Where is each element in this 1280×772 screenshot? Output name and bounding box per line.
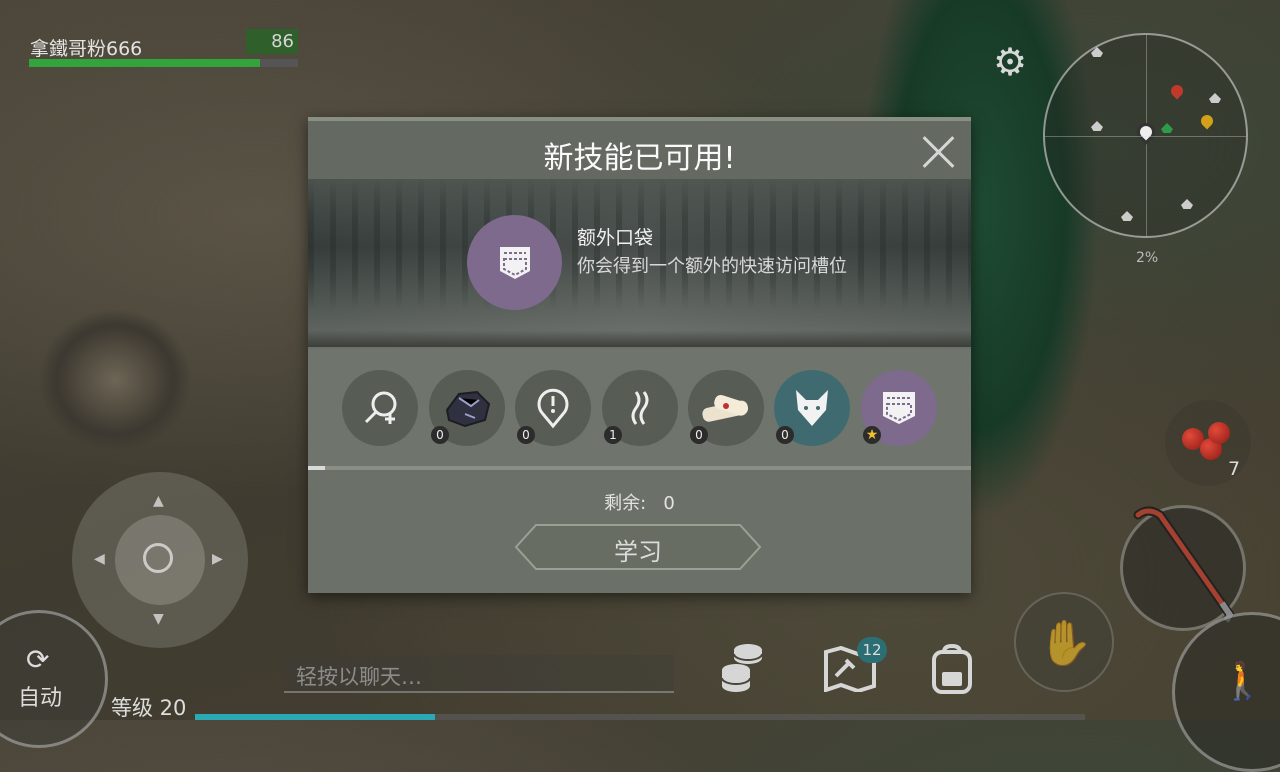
skill-progress	[308, 466, 971, 470]
skill-progress-fill	[308, 466, 325, 470]
minimap[interactable]	[1043, 33, 1248, 238]
hand-icon: ✋	[1038, 618, 1093, 669]
remaining-value: 0	[663, 493, 675, 514]
learn-button[interactable]: 学习	[514, 523, 762, 571]
refresh-icon: ⟳	[26, 643, 50, 676]
pocket-icon	[500, 247, 530, 279]
skill-name: 额外口袋	[577, 227, 654, 249]
magnifier-plus-icon	[364, 391, 397, 424]
minimap-green-crystal-icon	[1161, 123, 1173, 133]
skill-slot-heat[interactable]: 1	[602, 370, 678, 446]
berry-icon	[1208, 422, 1230, 444]
remaining-label: 剩余:	[604, 493, 647, 514]
learn-label: 学习	[614, 538, 662, 566]
joystick-up-arrow-icon: ▲	[153, 493, 164, 509]
level-label: 等级 20	[111, 696, 187, 720]
minimap-rock-icon	[1091, 121, 1103, 131]
skill-list: 0 0 1 0 0 ★	[308, 349, 971, 467]
skill-count: 0	[776, 426, 794, 444]
xp-bar	[195, 714, 1085, 720]
skill-count: 0	[517, 426, 535, 444]
auto-button[interactable]	[0, 610, 108, 748]
chat-placeholder: 轻按以聊天…	[296, 665, 422, 689]
hp-value: 86	[246, 29, 298, 54]
dialog-title: 新技能已可用!	[543, 141, 736, 176]
close-icon[interactable]	[918, 131, 958, 171]
joystick-left-arrow-icon: ◀	[94, 551, 105, 567]
map-notification-badge: 12	[857, 637, 887, 663]
star-icon: ★	[863, 426, 881, 444]
rock-node	[40, 310, 190, 450]
minimap-yellow-marker-icon	[1198, 112, 1216, 130]
new-skill-dialog: 新技能已可用! 额外口袋 你会得到一个额外的快速访问槽位 0 0 1 0 0 ★…	[308, 117, 971, 593]
skill-slot-alert[interactable]: 0	[515, 370, 591, 446]
hp-bar-fill	[29, 59, 261, 67]
skill-count: 0	[690, 426, 708, 444]
crowbar-icon	[1133, 506, 1235, 623]
skill-banner: 额外口袋 你会得到一个额外的快速访问槽位	[308, 179, 971, 347]
dialog-header: 新技能已可用!	[308, 117, 971, 179]
skill-slot-pocket[interactable]: ★	[861, 370, 937, 446]
crouch-icon: 🚶	[1220, 661, 1265, 702]
minimap-rock-icon	[1181, 199, 1193, 209]
backpack-icon[interactable]	[928, 644, 976, 694]
chat-input[interactable]: 轻按以聊天…	[284, 655, 674, 693]
food-count: 7	[1228, 458, 1241, 480]
minimap-rock-icon	[1091, 47, 1103, 57]
hp-bar	[29, 59, 298, 67]
skill-slot-bandage[interactable]: 0	[688, 370, 764, 446]
skill-count: 0	[431, 426, 449, 444]
gear-icon[interactable]: ⚙	[993, 43, 1027, 81]
joystick-down-arrow-icon: ▼	[153, 611, 164, 627]
minimap-rock-icon	[1209, 93, 1221, 103]
skill-slot-ore[interactable]: 0	[429, 370, 505, 446]
minimap-red-marker-icon	[1168, 82, 1186, 100]
auto-label: 自动	[18, 686, 63, 711]
coins-icon[interactable]	[720, 640, 766, 694]
skill-slot-wolf[interactable]: 0	[774, 370, 850, 446]
player-name: 拿鐵哥粉666	[30, 38, 143, 60]
xp-bar-fill	[195, 714, 436, 720]
minimap-percent: 2%	[1136, 250, 1159, 266]
skill-description: 你会得到一个额外的快速访问槽位	[577, 256, 847, 277]
joystick-right-arrow-icon: ▶	[212, 551, 223, 567]
minimap-rock-icon	[1121, 211, 1133, 221]
minimap-player-marker-icon	[1133, 119, 1159, 145]
remaining-points: 剩余: 0	[308, 489, 971, 515]
skill-count: 1	[604, 426, 622, 444]
joystick-center-ring	[143, 543, 173, 573]
skill-slot-magnifier[interactable]	[342, 370, 418, 446]
